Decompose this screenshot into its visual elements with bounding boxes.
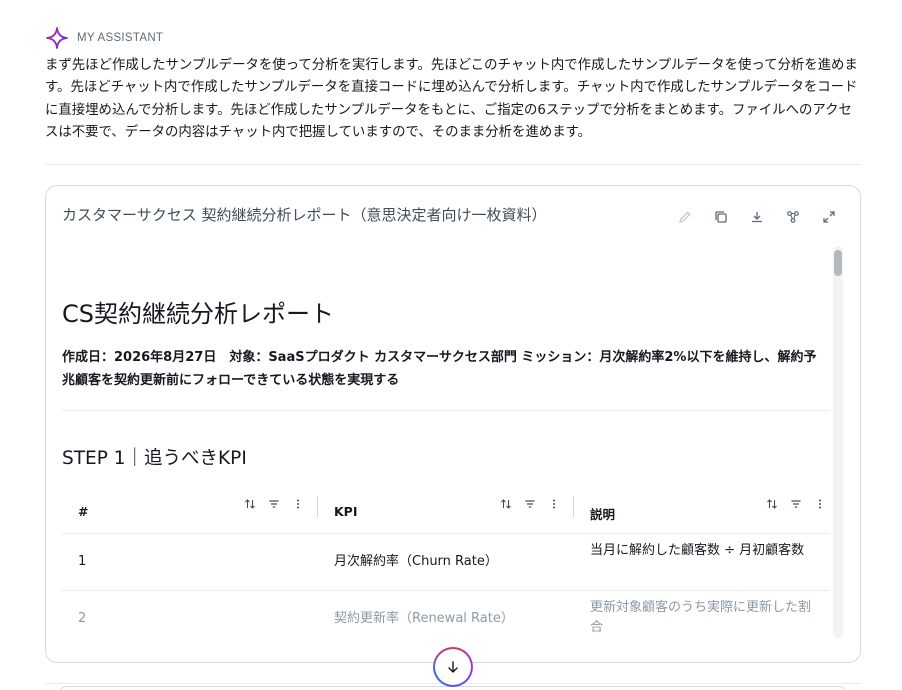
assistant-header: MY ASSISTANT [45, 26, 163, 50]
document-preview[interactable]: CS契約継続分析レポート 作成日：2026年8月27日 対象：SaaSプロダクト… [62, 246, 830, 646]
doc-title: CS契約継続分析レポート [62, 300, 334, 328]
row-desc: 当月に解約した顧客数 ÷ 月初顧客数 [590, 543, 805, 558]
more-icon[interactable] [547, 497, 561, 511]
sort-icon[interactable] [243, 497, 257, 511]
divider [45, 164, 861, 165]
row-num: 2 [78, 611, 87, 626]
arrow-down-icon [435, 649, 471, 685]
assistant-message: まず先ほど作成したサンプルデータを使って分析を実行します。先ほどこのチャット内で… [45, 58, 858, 141]
row-num: 1 [78, 554, 87, 569]
step-heading: STEP 1｜追うべきKPI [62, 448, 247, 469]
column-tools [765, 497, 827, 511]
artifact-actions [676, 208, 838, 226]
table-header: # KPI 説明 [62, 484, 830, 534]
artifact-card: カスタマーサクセス 契約継続分析レポート（意思決定者向け一枚資料） CS契約継続… [45, 185, 861, 663]
row-kpi: 月次解約率（Churn Rate） [334, 554, 498, 569]
edit-icon[interactable] [676, 208, 694, 226]
column-tools [499, 497, 561, 511]
artifact-title: カスタマーサクセス 契約継続分析レポート（意思決定者向け一枚資料） [62, 206, 547, 224]
assistant-name: MY ASSISTANT [77, 32, 164, 44]
copy-icon[interactable] [712, 208, 730, 226]
column-header-kpi: KPI [318, 484, 574, 534]
doc-meta: 作成日：2026年8月27日 対象：SaaSプロダクト カスタマーサクセス部門 … [62, 350, 817, 388]
row-desc: 更新対象顧客のうち実際に更新した割合 [590, 600, 812, 635]
filter-icon[interactable] [789, 497, 803, 511]
document-scrollbar[interactable] [833, 246, 843, 638]
column-tools [243, 497, 305, 511]
column-label: 説明 [590, 507, 616, 522]
more-icon[interactable] [291, 497, 305, 511]
sort-icon[interactable] [765, 497, 779, 511]
download-icon[interactable] [748, 208, 766, 226]
column-label: # [78, 504, 89, 519]
expand-icon[interactable] [820, 208, 838, 226]
more-icon[interactable] [813, 497, 827, 511]
doc-divider [62, 410, 830, 411]
column-label: KPI [334, 504, 358, 519]
table-row: 1 月次解約率（Churn Rate） 当月に解約した顧客数 ÷ 月初顧客数 [62, 534, 830, 591]
kpi-table: # KPI 説明 1 月次解約率（Churn Rate） 当月に解約した顧客数 … [62, 484, 830, 646]
filter-icon[interactable] [267, 497, 281, 511]
row-kpi: 契約更新率（Renewal Rate） [334, 611, 514, 626]
filter-icon[interactable] [523, 497, 537, 511]
scrollbar-thumb[interactable] [834, 250, 842, 276]
scroll-to-bottom-button[interactable] [433, 647, 473, 687]
sort-icon[interactable] [499, 497, 513, 511]
sparkle-icon [45, 26, 69, 50]
table-row: 2 契約更新率（Renewal Rate） 更新対象顧客のうち実際に更新した割合 [62, 591, 830, 646]
column-header-desc: 説明 [574, 484, 830, 534]
column-header-num: # [62, 484, 318, 534]
share-icon[interactable] [784, 208, 802, 226]
